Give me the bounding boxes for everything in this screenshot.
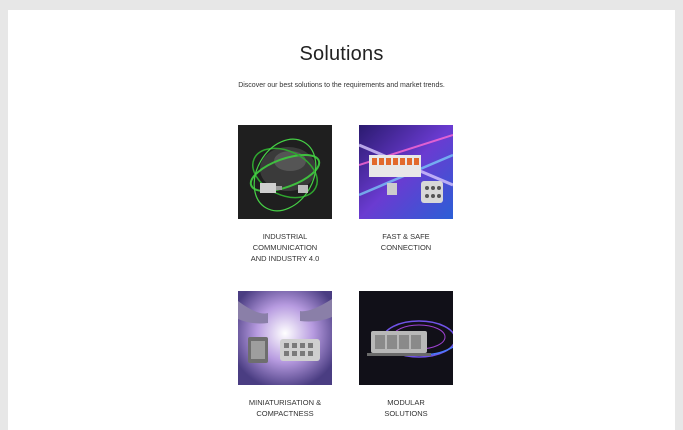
page-subtitle: Discover our best solutions to the requi… — [238, 82, 445, 89]
solution-tile-industrial-communication[interactable]: INDUSTRIAL COMMUNICATION AND INDUSTRY 4.… — [230, 125, 340, 264]
modular-connector-image — [359, 291, 453, 385]
globe-connector-image — [238, 125, 332, 219]
hands-connector-image — [238, 291, 332, 385]
solution-label: MODULAR SOLUTIONS — [384, 398, 428, 418]
solution-label: FAST & SAFE CONNECTION — [380, 232, 432, 252]
solution-tile-fast-safe-connection[interactable]: FAST & SAFE CONNECTION — [351, 125, 461, 253]
solution-label: INDUSTRIAL COMMUNICATION AND INDUSTRY 4.… — [250, 232, 320, 263]
solution-tile-modular-solutions[interactable]: MODULAR SOLUTIONS — [351, 291, 461, 419]
page-title: Solutions — [299, 43, 384, 65]
solution-tile-miniaturisation[interactable]: MINIATURISATION & COMPACTNESS — [230, 291, 340, 419]
solutions-section: Solutions Discover our best solutions to… — [8, 10, 675, 430]
solution-label: MINIATURISATION & COMPACTNESS — [248, 398, 322, 418]
connector-lightstreaks-image — [359, 125, 453, 219]
